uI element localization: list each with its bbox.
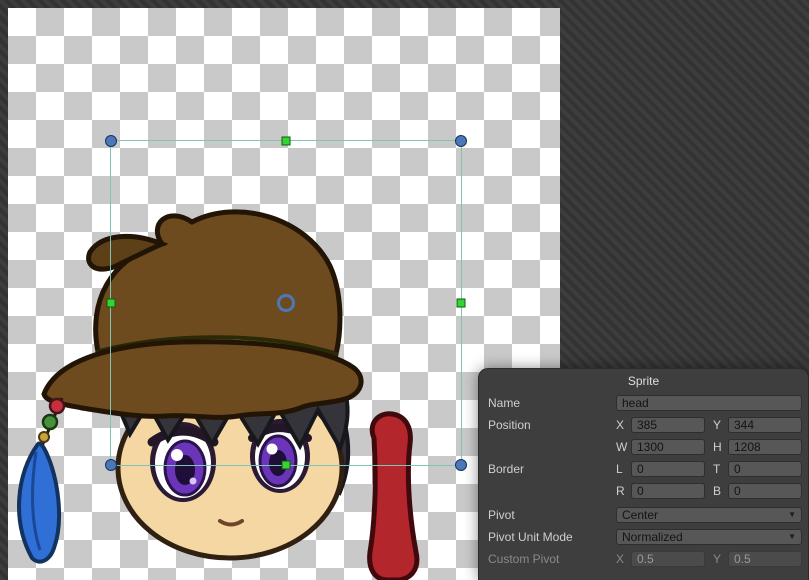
sprite-selection-rect[interactable] (110, 140, 462, 466)
pivot-unit-mode-label: Pivot Unit Mode (488, 530, 616, 544)
position-row-xy: Position X 385 Y 344 (488, 414, 802, 435)
position-x-input[interactable]: 385 (631, 417, 705, 433)
pivot-unit-mode-dropdown[interactable]: Normalized ▼ (616, 529, 802, 545)
panel-title: Sprite (479, 369, 808, 392)
pivot-handle[interactable] (277, 294, 295, 312)
border-row-rb: R 0 B 0 (488, 480, 802, 501)
chevron-down-icon: ▼ (788, 533, 796, 541)
selection-handle-bottom-right[interactable] (455, 459, 467, 471)
border-b-input[interactable]: 0 (728, 483, 802, 499)
selection-handle-top-right[interactable] (455, 135, 467, 147)
border-l-input[interactable]: 0 (631, 461, 705, 477)
border-t-label: T (713, 462, 725, 476)
pivot-dropdown[interactable]: Center ▼ (616, 507, 802, 523)
border-r-label: R (616, 484, 628, 498)
selection-handle-left-mid[interactable] (107, 299, 116, 308)
selection-handle-right-mid[interactable] (457, 299, 466, 308)
selection-handle-top-mid[interactable] (282, 137, 291, 146)
position-y-input[interactable]: 344 (728, 417, 802, 433)
custom-pivot-label: Custom Pivot (488, 552, 616, 566)
border-r-input[interactable]: 0 (631, 483, 705, 499)
custom-pivot-x-label: X (616, 552, 628, 566)
selection-handle-bottom-mid[interactable] (282, 461, 291, 470)
border-b-label: B (713, 484, 725, 498)
position-w-input[interactable]: 1300 (631, 439, 705, 455)
pivot-label: Pivot (488, 508, 616, 522)
selection-handle-bottom-left[interactable] (105, 459, 117, 471)
name-row: Name head (488, 392, 802, 413)
custom-pivot-y-input: 0.5 (728, 551, 802, 567)
position-h-label: H (713, 440, 725, 454)
custom-pivot-y-label: Y (713, 552, 725, 566)
position-label: Position (488, 418, 616, 432)
selection-handle-top-left[interactable] (105, 135, 117, 147)
pivot-dropdown-value: Center (622, 508, 658, 522)
border-l-label: L (616, 462, 628, 476)
position-row-wh: W 1300 H 1208 (488, 436, 802, 457)
pivot-row: Pivot Center ▼ (488, 504, 802, 525)
border-t-input[interactable]: 0 (728, 461, 802, 477)
position-h-input[interactable]: 1208 (728, 439, 802, 455)
border-label: Border (488, 462, 616, 476)
name-label: Name (488, 396, 616, 410)
chevron-down-icon: ▼ (788, 511, 796, 519)
custom-pivot-x-input: 0.5 (631, 551, 705, 567)
position-x-label: X (616, 418, 628, 432)
position-w-label: W (616, 440, 628, 454)
pivot-unit-mode-value: Normalized (622, 530, 683, 544)
position-y-label: Y (713, 418, 725, 432)
pivot-unit-mode-row: Pivot Unit Mode Normalized ▼ (488, 526, 802, 547)
border-row-lt: Border L 0 T 0 (488, 458, 802, 479)
sprite-editor-window: Sprite Name head Position X 385 Y 344 (0, 0, 809, 580)
name-input[interactable]: head (616, 395, 802, 411)
custom-pivot-row: Custom Pivot X 0.5 Y 0.5 (488, 548, 802, 569)
sprite-panel: Sprite Name head Position X 385 Y 344 (478, 368, 809, 580)
